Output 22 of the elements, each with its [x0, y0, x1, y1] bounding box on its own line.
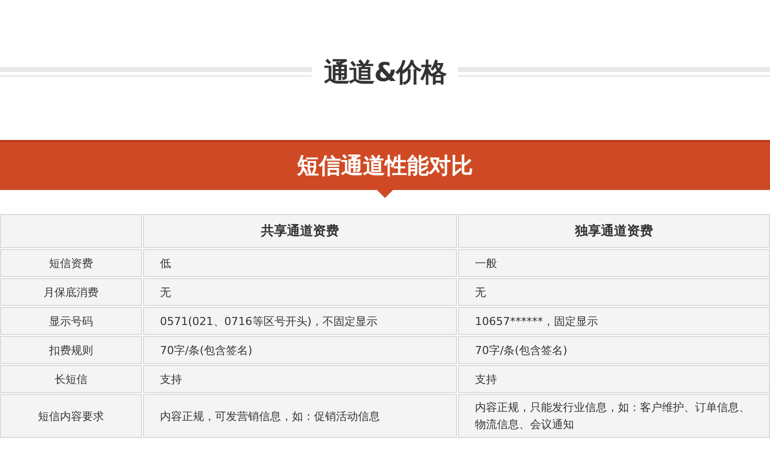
table-cell: 70字/条(包含签名): [458, 336, 770, 364]
table-cell: 扣费规则: [0, 336, 142, 364]
table-cell: 短信内容要求: [0, 394, 142, 438]
header-cell: 共享通道资费: [143, 214, 457, 248]
header-cell: 独享通道资费: [458, 214, 770, 248]
table-cell: 内容正规，可发营销信息，如：促销活动信息: [143, 394, 457, 438]
table-cell: 短信资费: [0, 249, 142, 277]
table-cell: 月保底消费: [0, 278, 142, 306]
table-cell: 10657******，固定显示: [458, 307, 770, 335]
table-cell: 无: [458, 278, 770, 306]
table-cell: 一般: [458, 249, 770, 277]
table-cell: 长短信: [0, 365, 142, 393]
table-cell: 70字/条(包含签名): [143, 336, 457, 364]
table-cell: 显示号码: [0, 307, 142, 335]
table-cell: 支持: [143, 365, 457, 393]
section-title: 通道&价格: [324, 56, 446, 90]
table-cell: 支持: [458, 365, 770, 393]
banner-title: 短信通道性能对比: [297, 153, 473, 181]
table-cell: 无: [143, 278, 457, 306]
table-cell: 内容正规，只能发行业信息，如：客户维护、订单信息、物流信息、会议通知: [458, 394, 770, 438]
table-cell: 低: [143, 249, 457, 277]
table-cell: 0571(021、0716等区号开头)，不固定显示: [143, 307, 457, 335]
